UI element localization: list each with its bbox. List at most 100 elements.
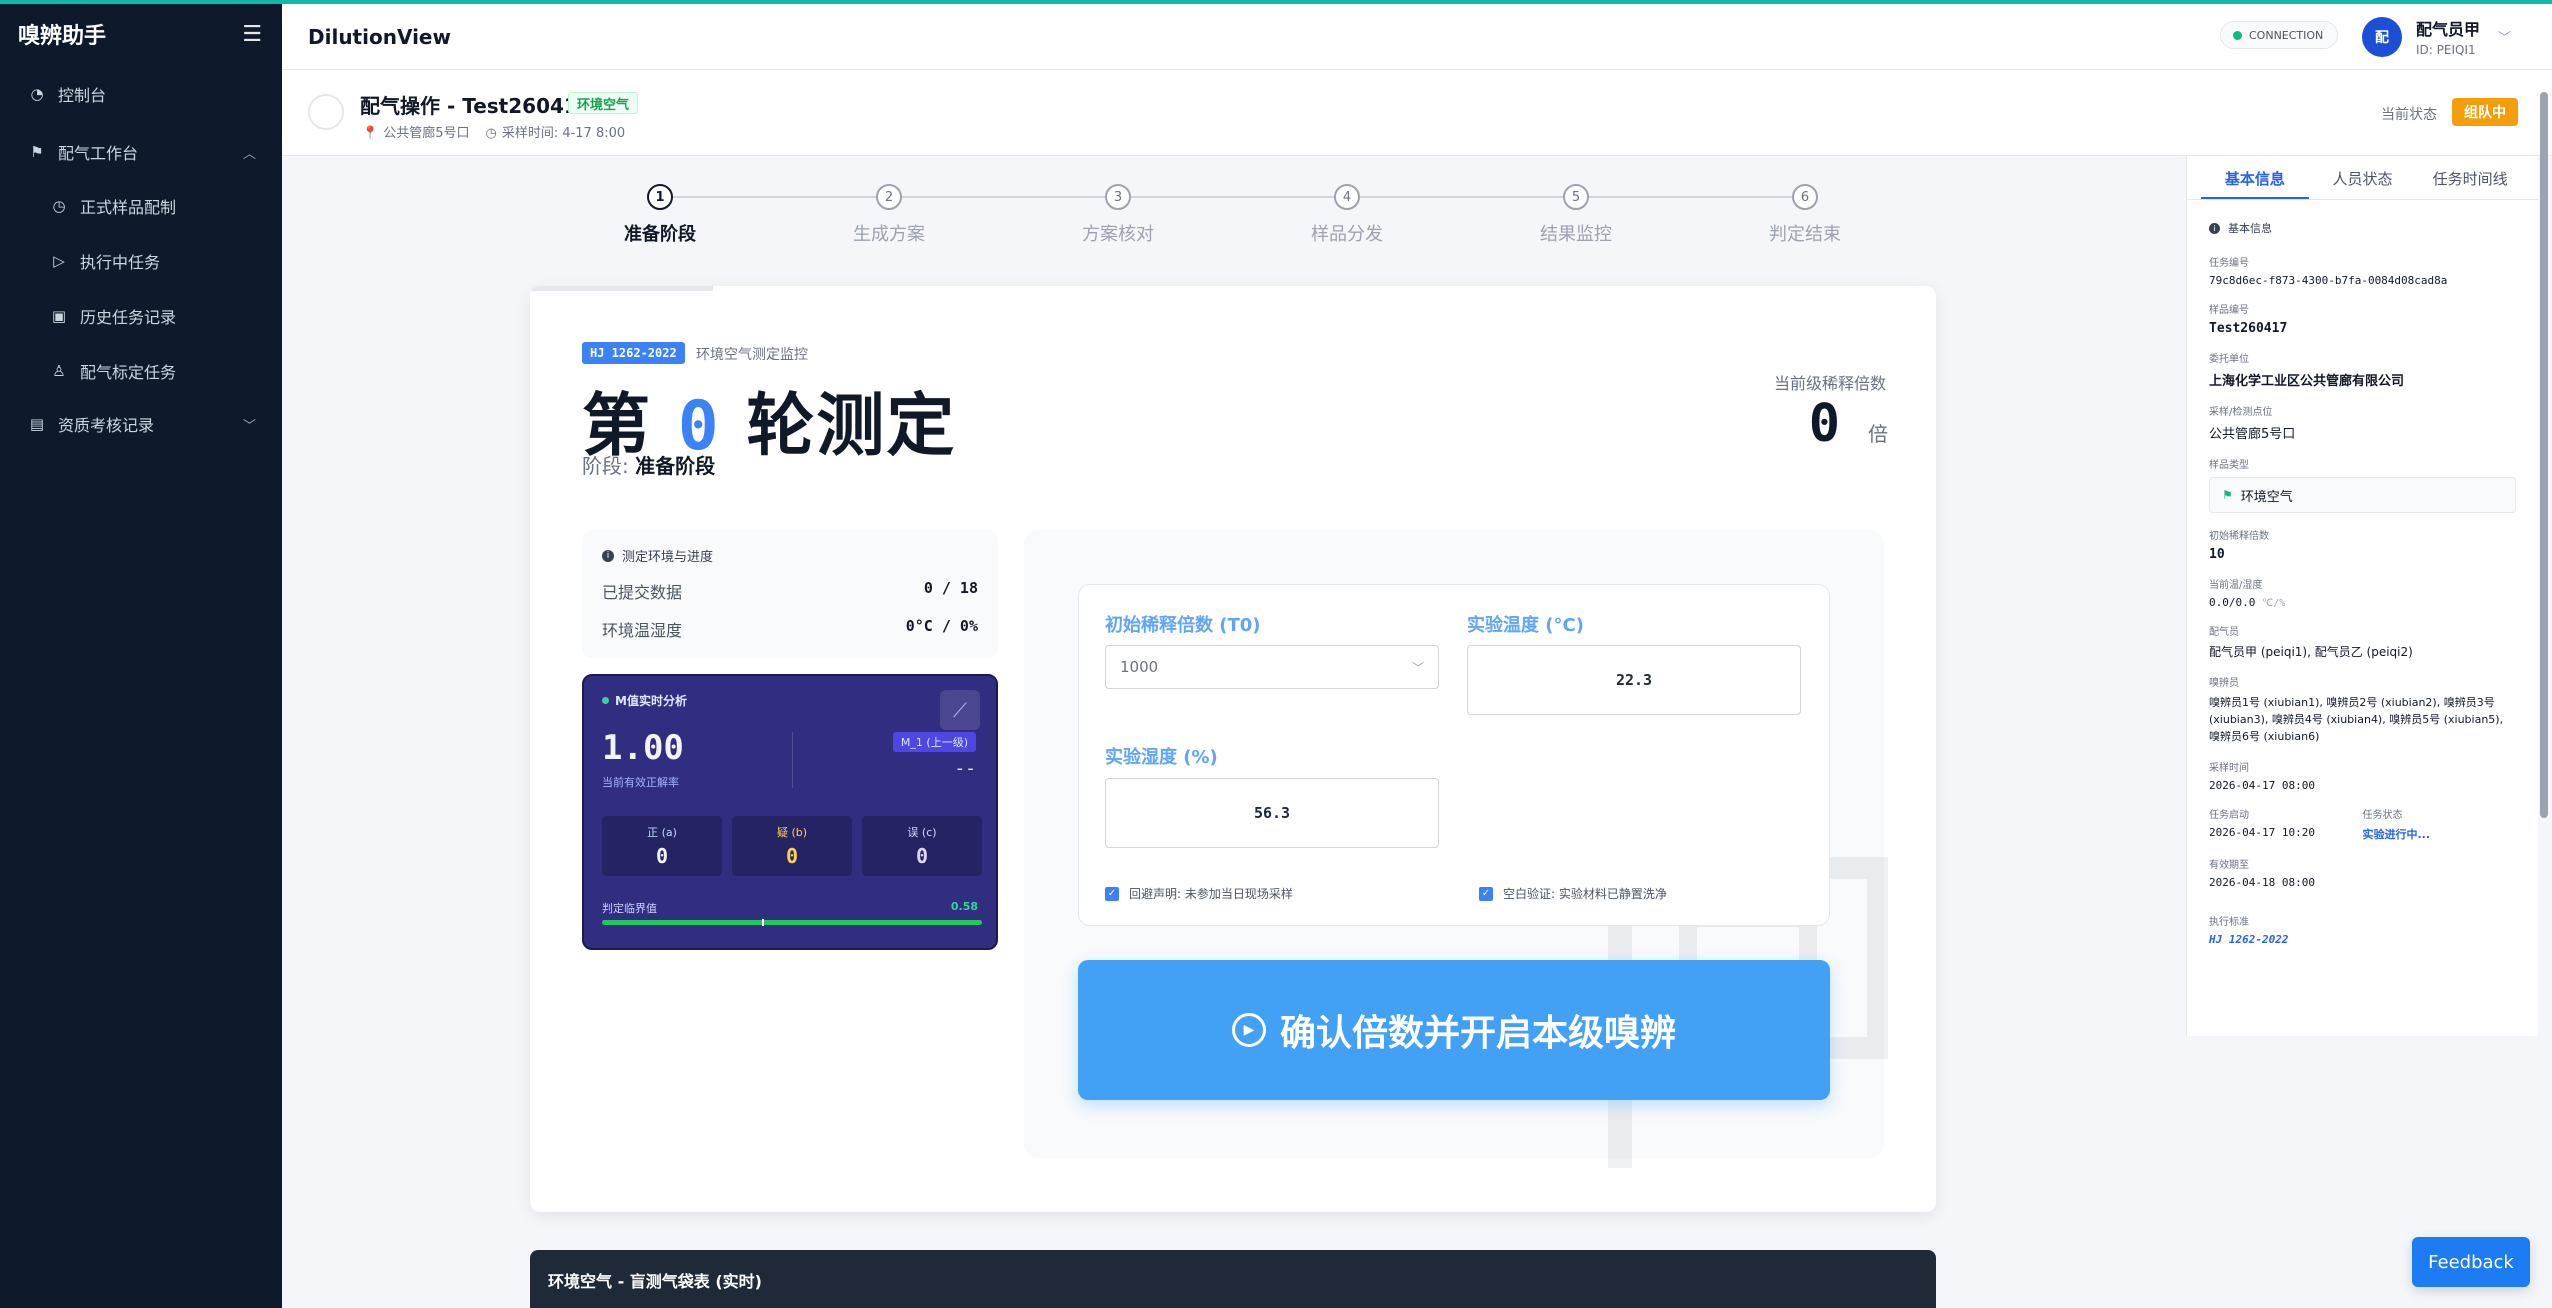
step-label: 方案核对 (1082, 224, 1154, 245)
threshold-label: 判定临界值 (602, 902, 657, 915)
blank-verify-checkbox[interactable]: ✓ 空白验证: 实验材料已静置洗净 (1479, 885, 1667, 902)
count-label: 正 (a) (647, 826, 677, 839)
temp-hum-row: 环境温湿度 0°C / 0% (602, 617, 978, 641)
field-init-dilution: 初始稀释倍数 10 (2209, 527, 2516, 562)
step-2[interactable]: 2 生成方案 (809, 184, 969, 246)
standard-desc: 环境空气测定监控 (696, 347, 808, 363)
field-value: 嗅辨员1号 (xiubian1), 嗅辨员2号 (xiubian2), 嗅辨员3… (2209, 696, 2504, 743)
chevron-down-icon: ﹀ (242, 418, 256, 434)
task-title: 配气操作 - Test260417 (360, 94, 592, 118)
step-number: 3 (1105, 184, 1131, 210)
step-label: 样品分发 (1311, 224, 1383, 245)
play-icon: ▶ (1231, 1013, 1266, 1047)
step-6[interactable]: 6 判定结束 (1725, 184, 1885, 246)
field-standard: 执行标准 HJ 1262-2022 (2209, 913, 2516, 946)
sidebar-group-qualification[interactable]: ▤ 资质考核记录 ﹀ (0, 398, 282, 450)
step-3[interactable]: 3 方案核对 (1038, 184, 1198, 246)
feedback-button[interactable]: Feedback (2412, 1237, 2530, 1287)
field-label: 样品编号 (2209, 305, 2249, 316)
sidebar-item-label: 控制台 (58, 86, 107, 105)
info-body: i 基本信息 任务编号 79c8d6ec-f873-4300-b7fa-0084… (2187, 200, 2538, 980)
count-doubt: 疑 (b) 0 (732, 816, 852, 876)
sidebar-item-sample-prep[interactable]: ◷ 正式样品配制 (0, 178, 282, 233)
sample-time-text: 采样时间: 4-17 8:00 (501, 126, 626, 141)
chevron-down-icon: ﹀ (2498, 31, 2512, 46)
step-label: 生成方案 (853, 224, 925, 245)
sample-type-tag: 环境空气 (568, 92, 639, 114)
clock-icon: ◷ (485, 126, 497, 141)
m-prev-value: -- (954, 758, 976, 779)
temperature-input[interactable]: 22.3 (1467, 645, 1801, 715)
field-value: 10 (2209, 547, 2225, 562)
avoidance-checkbox[interactable]: ✓ 回避声明: 未参加当日现场采样 (1105, 885, 1293, 902)
sidebar-item-label: 历史任务记录 (80, 307, 177, 327)
field-valid-until: 有效期至 2026-04-18 08:00 (2209, 856, 2516, 889)
step-label: 结果监控 (1540, 224, 1612, 245)
stepper: 1 准备阶段 2 生成方案 3 方案核对 4 样品分发 5 结果监控 6 判定结… (624, 184, 1841, 254)
field-sample-no: 样品编号 Test260417 (2209, 301, 2516, 336)
scrollbar[interactable] (2540, 92, 2548, 818)
m-value-panel: M值实时分析 ⟋ 1.00 当前有效正解率 M_1 (上一级) -- 正 (a)… (582, 674, 998, 950)
info-panel: 基本信息 人员状态 任务时间线 i 基本信息 任务编号 79c8d6ec-f87… (2186, 156, 2538, 1036)
back-button[interactable] (308, 94, 344, 130)
menu-toggle-icon[interactable]: ☰ (242, 22, 262, 47)
step-number: 4 (1334, 184, 1360, 210)
connection-label: CONNECTION (2249, 28, 2324, 42)
brand: 嗅辨助手 ☰ (0, 0, 282, 68)
field-value: 2026-04-17 10:20 (2209, 826, 2315, 839)
sidebar-item-dashboard[interactable]: ◔ 控制台 (0, 68, 282, 120)
trend-chart-icon: ⟋ (940, 690, 980, 730)
dilution-label: 当前级稀释倍数 (1773, 374, 1886, 393)
blank-verify-label: 空白验证: 实验材料已静置洗净 (1503, 887, 1667, 901)
sidebar-item-running-tasks[interactable]: ▷ 执行中任务 (0, 233, 282, 288)
field-label: 有效期至 (2209, 860, 2249, 871)
top-header: DilutionView CONNECTION 配 配气员甲 ID: PEIQI… (282, 4, 2552, 70)
tab-personnel[interactable]: 人员状态 (2309, 156, 2417, 199)
sidebar-group-workbench[interactable]: ⚑ 配气工作台 ︿ (0, 126, 282, 178)
connection-badge: CONNECTION (2220, 21, 2339, 49)
user-menu[interactable]: 配 配气员甲 ID: PEIQI1 ﹀ (2362, 16, 2511, 57)
field-temp-hum: 当前温/湿度 0.0/0.0 ℃/% (2209, 576, 2516, 609)
m-count-cells: 正 (a) 0 疑 (b) 0 误 (c) 0 (602, 816, 982, 876)
standard-tag: HJ 1262-2022 (582, 342, 685, 364)
field-value: 环境空气 (2240, 489, 2293, 505)
phase-value: 准备阶段 (635, 454, 716, 478)
step-label: 准备阶段 (624, 224, 696, 245)
tab-timeline[interactable]: 任务时间线 (2416, 156, 2524, 199)
task-meta: 📍 公共管廊5号口 ◷ 采样时间: 4-17 8:00 (362, 122, 625, 141)
step-1[interactable]: 1 准备阶段 (580, 184, 740, 246)
submitted-value: 0 / 18 (923, 579, 978, 597)
phase: 阶段: 准备阶段 (582, 450, 715, 479)
map-pin-icon: 📍 (362, 126, 379, 141)
field-value: 79c8d6ec-f873-4300-b7fa-0084d08cad8a (2209, 274, 2448, 287)
init-dilution-select[interactable]: 1000 ﹀ (1105, 645, 1439, 689)
flag-icon: ⚑ (2222, 488, 2233, 502)
info-icon: i (602, 549, 614, 562)
count-value: 0 (915, 844, 929, 868)
sidebar-item-calibration[interactable]: ♙ 配气标定任务 (0, 343, 282, 398)
humidity-input[interactable]: 56.3 (1105, 778, 1439, 848)
m-prev-tag: M_1 (上一级) (892, 732, 976, 752)
divider (792, 732, 793, 788)
sidebar-item-label: 配气标定任务 (80, 362, 177, 382)
step-5[interactable]: 5 结果监控 (1496, 184, 1656, 246)
blind-bag-table-header: 环境空气 - 盲测气袋表 (实时) (530, 1250, 1936, 1308)
confirm-start-button[interactable]: ▶ 确认倍数并开启本级嗅辨 (1078, 960, 1830, 1100)
sidebar-item-label: 执行中任务 (80, 252, 161, 272)
field-value: 2026-04-17 08:00 (2209, 779, 2315, 792)
field-site: 采样/检测点位 公共管廊5号口 (2209, 403, 2516, 442)
submitted-row: 已提交数据 0 / 18 (602, 579, 978, 603)
temp-hum-unit: ℃/% (2261, 598, 2286, 609)
step-label: 判定结束 (1769, 224, 1841, 245)
confirm-label: 确认倍数并开启本级嗅辨 (1279, 1013, 1676, 1054)
user-id: ID: PEIQI1 (2416, 43, 2476, 57)
sidebar-item-history[interactable]: ▣ 历史任务记录 (0, 288, 282, 343)
sidebar-item-label: 资质考核记录 (58, 416, 155, 435)
standard-link[interactable]: HJ 1262-2022 (2209, 933, 2516, 946)
field-value: 上海化学工业区公共管廊有限公司 (2209, 374, 2405, 389)
step-4[interactable]: 4 样品分发 (1267, 184, 1427, 246)
tab-basic-info[interactable]: 基本信息 (2201, 156, 2309, 199)
location-meta: 📍 公共管廊5号口 (362, 122, 469, 141)
user-name: 配气员甲 (2416, 20, 2481, 39)
temp-hum-label: 环境温湿度 (602, 621, 683, 640)
